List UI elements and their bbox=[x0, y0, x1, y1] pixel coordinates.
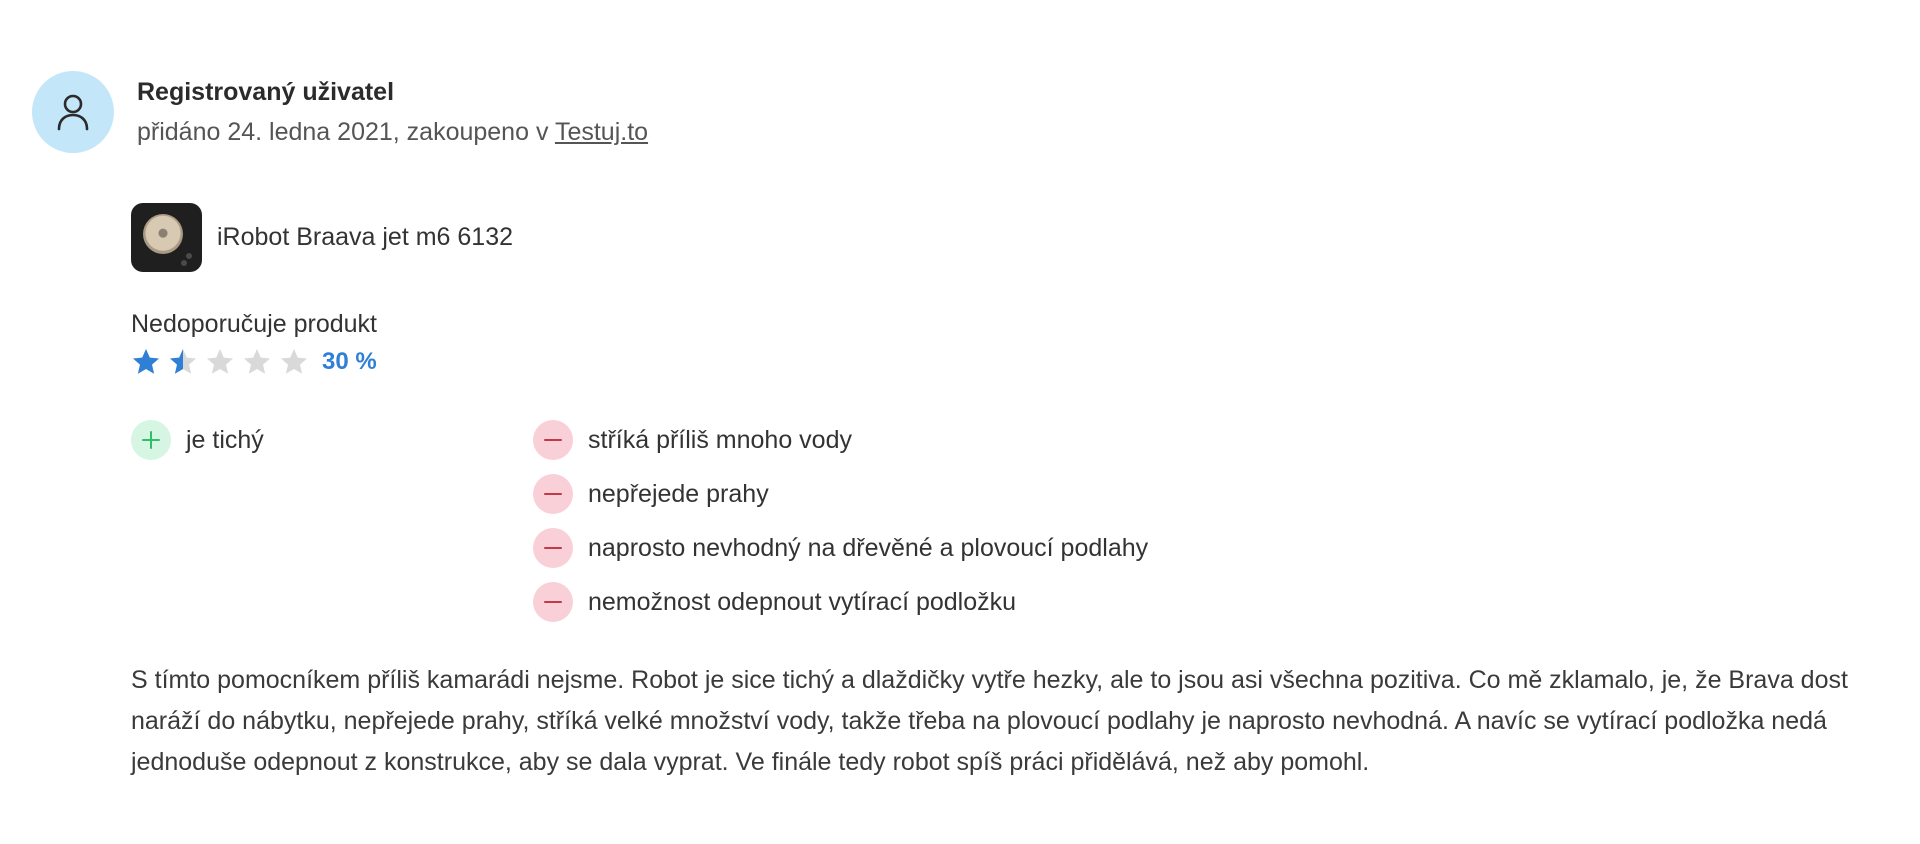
minus-icon bbox=[533, 420, 573, 460]
review-meta: přidáno 24. ledna 2021, zakoupeno v Test… bbox=[137, 116, 648, 148]
star-rating: 30 % bbox=[131, 346, 1888, 378]
minus-icon bbox=[533, 528, 573, 568]
review-text: S tímto pomocníkem příliš kamarádi nejsm… bbox=[131, 666, 1848, 776]
review-header: Registrovaný uživatel přidáno 24. ledna … bbox=[32, 71, 1888, 153]
product-row[interactable]: iRobot Braava jet m6 6132 bbox=[131, 203, 1888, 272]
rating-percent: 30 % bbox=[322, 348, 377, 375]
author-block: Registrovaný uživatel přidáno 24. ledna … bbox=[137, 71, 648, 148]
product-thumbnail[interactable] bbox=[131, 203, 202, 272]
star-icon bbox=[281, 349, 307, 374]
con-item: nepřejede prahy bbox=[533, 474, 1148, 514]
con-item: stříká příliš mnoho vody bbox=[533, 420, 1148, 460]
product-name[interactable]: iRobot Braava jet m6 6132 bbox=[217, 223, 513, 252]
added-date-text: přidáno 24. ledna 2021, zakoupeno v bbox=[137, 118, 555, 146]
verdict-label: Nedoporučuje produkt bbox=[131, 310, 377, 338]
star-icon bbox=[244, 349, 270, 374]
cons-list: stříká příliš mnoho vody nepřejede prahy n… bbox=[533, 420, 1148, 636]
star-icon bbox=[170, 349, 196, 374]
con-item: naprosto nevhodný na dřevěné a plovoucí … bbox=[533, 528, 1148, 568]
con-text: naprosto nevhodný na dřevěné a plovoucí … bbox=[588, 533, 1149, 562]
con-text: nepřejede prahy bbox=[588, 479, 769, 508]
user-icon bbox=[57, 94, 89, 131]
minus-icon bbox=[533, 582, 573, 622]
shop-link[interactable]: Testuj.to bbox=[555, 118, 648, 146]
pro-item: je tichý bbox=[131, 420, 533, 460]
review-content: iRobot Braava jet m6 6132 Nedoporučuje p… bbox=[131, 203, 1888, 783]
minus-icon bbox=[533, 474, 573, 514]
stars-container bbox=[131, 347, 316, 377]
pros-cons: je tichý stříká příliš mnoho vody nepřeje… bbox=[131, 420, 1888, 636]
con-text: nemožnost odepnout vytírací podložku bbox=[588, 587, 1017, 616]
author-name: Registrovaný uživatel bbox=[137, 78, 395, 106]
avatar bbox=[32, 71, 114, 153]
pros-list: je tichý bbox=[131, 420, 533, 636]
star-icon bbox=[207, 349, 233, 374]
con-item: nemožnost odepnout vytírací podložku bbox=[533, 582, 1148, 622]
plus-icon bbox=[131, 420, 171, 460]
con-text: stříká příliš mnoho vody bbox=[588, 425, 852, 454]
review-card: Registrovaný uživatel přidáno 24. ledna … bbox=[32, 71, 1888, 783]
star-icon bbox=[133, 349, 159, 374]
pro-text: je tichý bbox=[186, 425, 264, 454]
